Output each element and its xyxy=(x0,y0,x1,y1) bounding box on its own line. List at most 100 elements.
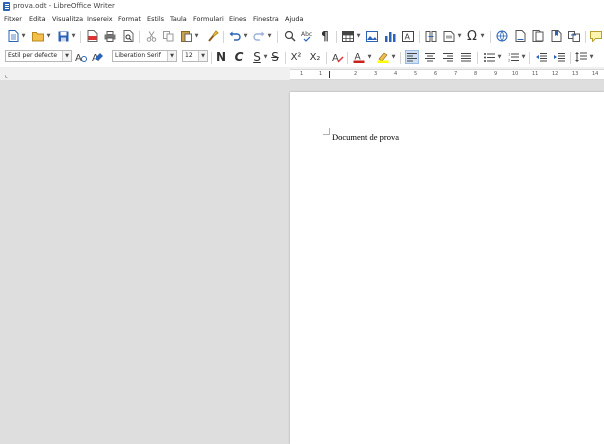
special-character-icon[interactable]: Ω xyxy=(465,29,479,44)
new-document-icon[interactable] xyxy=(6,29,20,43)
new-dropdown-chevron-icon[interactable]: ▼ xyxy=(21,29,26,43)
svg-text:2: 2 xyxy=(508,59,510,63)
redo-icon[interactable] xyxy=(252,29,266,43)
paste-icon[interactable] xyxy=(179,29,193,43)
ruler-mark: 4 xyxy=(394,71,398,77)
highlight-dropdown-chevron-icon[interactable]: ▼ xyxy=(391,50,396,64)
document-page[interactable] xyxy=(290,92,604,444)
highlight-color-icon[interactable] xyxy=(376,50,390,64)
italic-button[interactable]: C xyxy=(232,50,246,64)
menu-window[interactable]: Finestra xyxy=(253,13,279,26)
justify-button[interactable] xyxy=(459,50,473,64)
ruler-mark: 6 xyxy=(434,71,438,77)
print-preview-icon[interactable] xyxy=(121,29,135,43)
toolbar-separator xyxy=(585,31,586,43)
align-right-button[interactable] xyxy=(441,50,455,64)
paragraph-style-chevron-down-icon[interactable]: ▼ xyxy=(62,51,71,61)
insert-image-icon[interactable] xyxy=(365,29,379,43)
bold-button[interactable]: N xyxy=(214,50,228,64)
numbered-list-dropdown-chevron-icon[interactable]: ▼ xyxy=(521,50,526,64)
superscript-button[interactable]: X² xyxy=(289,50,303,64)
line-spacing-dropdown-chevron-icon[interactable]: ▼ xyxy=(589,50,594,64)
ruler-bar: 1 1 2 3 4 5 6 7 8 9 10 11 12 13 14 xyxy=(0,67,604,80)
bullet-list-icon[interactable] xyxy=(482,50,496,64)
menu-styles[interactable]: Estils xyxy=(147,13,164,26)
menu-form[interactable]: Formulari xyxy=(193,13,224,26)
underline-button[interactable]: S xyxy=(250,50,264,64)
insert-textbox-icon[interactable]: A xyxy=(401,29,415,43)
menu-edit[interactable]: Edita xyxy=(29,13,46,26)
numbered-list-icon[interactable]: 12 xyxy=(506,50,520,64)
formatting-marks-icon[interactable]: ¶ xyxy=(318,29,332,43)
tab-stop-selector-icon[interactable]: ⌞ xyxy=(5,72,8,79)
spelling-icon[interactable]: Abc xyxy=(300,29,314,43)
font-color-icon[interactable]: A xyxy=(352,50,366,64)
menu-insert[interactable]: Insereix xyxy=(87,13,113,26)
paste-dropdown-chevron-icon[interactable]: ▼ xyxy=(194,29,199,43)
font-size-chevron-down-icon[interactable]: ▼ xyxy=(198,51,207,61)
insert-comment-icon[interactable] xyxy=(589,29,603,43)
toolbar-separator xyxy=(490,31,491,43)
align-left-button[interactable] xyxy=(405,50,419,64)
special-character-dropdown-chevron-icon[interactable]: ▼ xyxy=(480,29,485,43)
bullet-list-dropdown-chevron-icon[interactable]: ▼ xyxy=(497,50,502,64)
field-dropdown-chevron-icon[interactable]: ▼ xyxy=(457,29,462,43)
ruler-mark: 3 xyxy=(374,71,378,77)
svg-text:A: A xyxy=(75,53,82,63)
ruler-mark: 2 xyxy=(354,71,358,77)
insert-field-icon[interactable] xyxy=(442,29,456,43)
font-color-dropdown-chevron-icon[interactable]: ▼ xyxy=(367,50,372,64)
subscript-button[interactable]: X₂ xyxy=(308,50,322,64)
save-icon[interactable] xyxy=(56,29,70,43)
menu-file[interactable]: Fitxer xyxy=(4,13,22,26)
open-dropdown-chevron-icon[interactable]: ▼ xyxy=(46,29,51,43)
font-name-chevron-down-icon[interactable]: ▼ xyxy=(167,51,176,61)
new-style-icon[interactable]: A xyxy=(91,50,105,64)
align-center-button[interactable] xyxy=(423,50,437,64)
table-dropdown-chevron-icon[interactable]: ▼ xyxy=(356,29,361,43)
menu-help[interactable]: Ajuda xyxy=(285,13,303,26)
horizontal-ruler[interactable]: 1 1 2 3 4 5 6 7 8 9 10 11 12 13 14 xyxy=(290,69,604,80)
toolbar-separator xyxy=(400,52,401,64)
document-text[interactable]: Document de prova xyxy=(332,132,399,142)
copy-icon[interactable] xyxy=(161,29,175,43)
window-title: prova.odt - LibreOffice Writer xyxy=(13,2,115,10)
insert-table-icon[interactable] xyxy=(341,29,355,43)
find-replace-icon[interactable] xyxy=(283,29,297,43)
clear-formatting-icon[interactable]: A xyxy=(331,50,345,64)
line-spacing-icon[interactable] xyxy=(574,50,588,64)
increase-indent-icon[interactable] xyxy=(552,50,566,64)
insert-page-break-icon[interactable] xyxy=(424,29,438,43)
toolbar-separator xyxy=(80,31,81,43)
font-size-combobox[interactable]: 12 ▼ xyxy=(182,50,208,62)
insert-hyperlink-icon[interactable] xyxy=(495,29,509,43)
menu-tools[interactable]: Eines xyxy=(229,13,246,26)
font-name-combobox[interactable]: Liberation Serif ▼ xyxy=(112,50,177,62)
left-indent-marker[interactable] xyxy=(329,71,330,78)
insert-chart-icon[interactable] xyxy=(383,29,397,43)
ruler-mark: 8 xyxy=(474,71,478,77)
cut-icon[interactable] xyxy=(144,29,158,43)
toolbar-separator xyxy=(211,52,212,64)
strikethrough-button[interactable]: S xyxy=(268,50,282,64)
print-icon[interactable] xyxy=(103,29,117,43)
update-style-icon[interactable]: A xyxy=(74,50,88,64)
insert-footnote-icon[interactable] xyxy=(513,29,527,43)
undo-icon[interactable] xyxy=(228,29,242,43)
menu-table[interactable]: Taula xyxy=(170,13,187,26)
insert-bookmark-icon[interactable] xyxy=(549,29,563,43)
clone-formatting-icon[interactable] xyxy=(206,29,220,43)
paragraph-style-combobox[interactable]: Estil per defecte ▼ xyxy=(5,50,72,62)
menu-format[interactable]: Format xyxy=(118,13,141,26)
insert-cross-reference-icon[interactable] xyxy=(567,29,581,43)
toolbar-separator xyxy=(419,31,420,43)
open-folder-icon[interactable] xyxy=(31,29,45,43)
undo-dropdown-chevron-icon[interactable]: ▼ xyxy=(243,29,248,43)
decrease-indent-icon[interactable] xyxy=(534,50,548,64)
export-pdf-icon[interactable] xyxy=(85,29,99,43)
insert-endnote-icon[interactable] xyxy=(531,29,545,43)
save-dropdown-chevron-icon[interactable]: ▼ xyxy=(71,29,76,43)
menu-view[interactable]: Visualitza xyxy=(52,13,83,26)
formatting-toolbar: Estil per defecte ▼ A A Liberation Serif… xyxy=(0,47,604,67)
redo-dropdown-chevron-icon[interactable]: ▼ xyxy=(267,29,272,43)
